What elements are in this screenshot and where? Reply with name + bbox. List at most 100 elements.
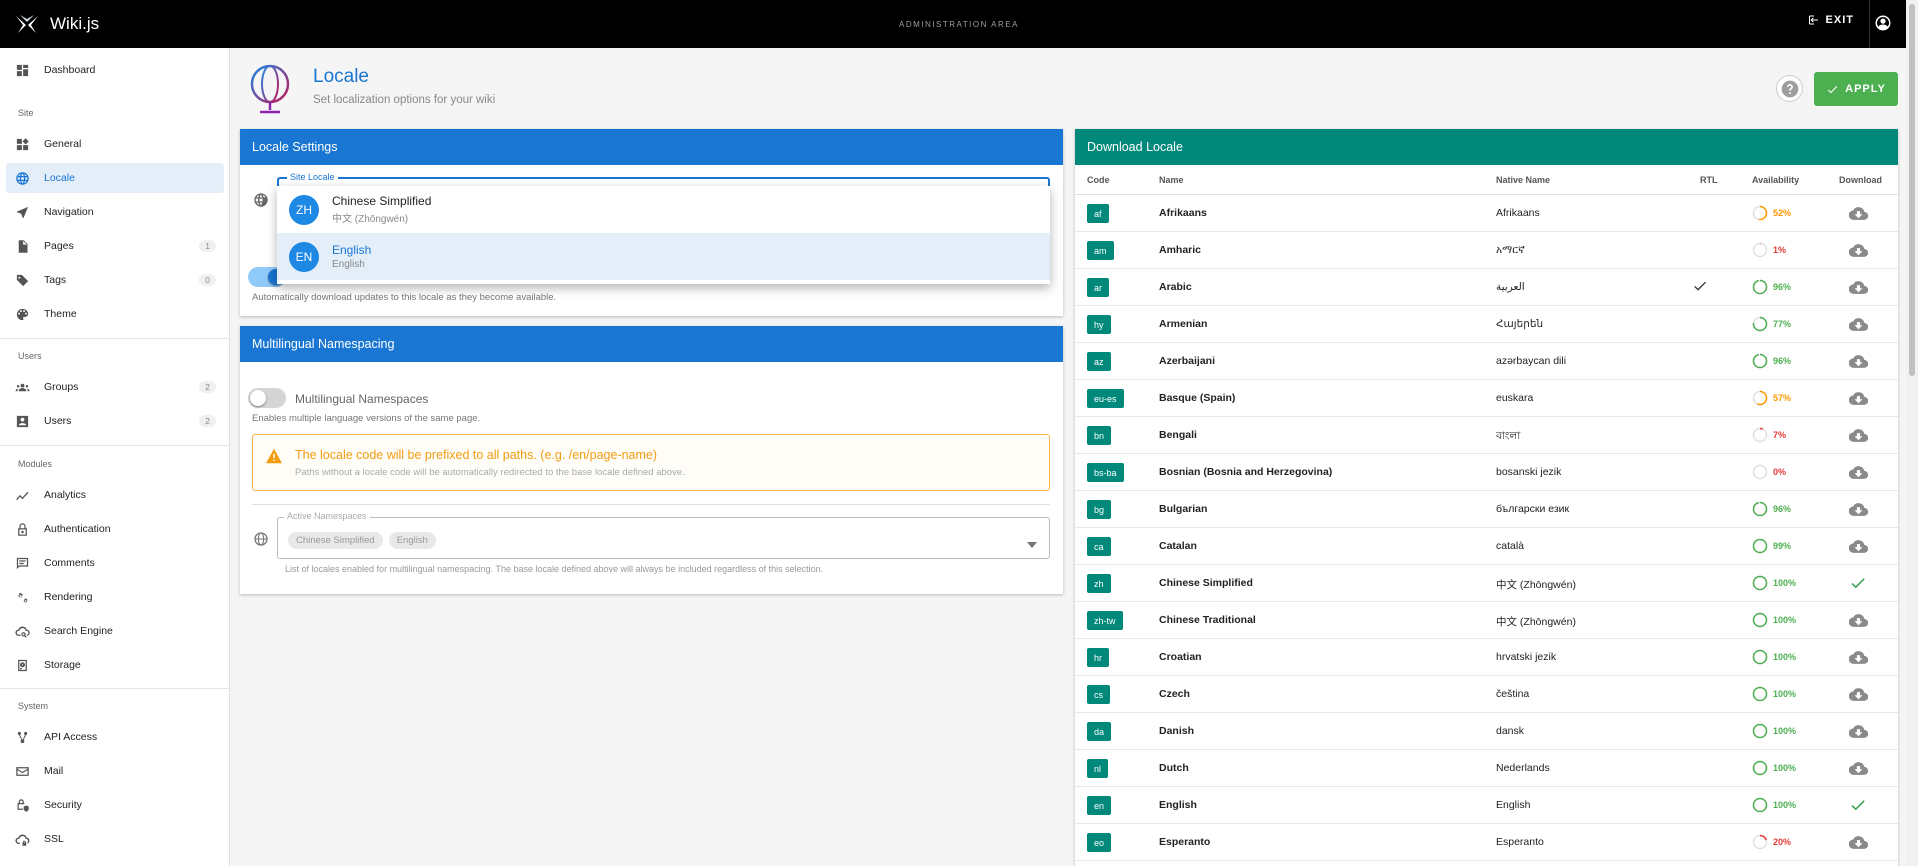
dropdown-option-zh[interactable]: ZH Chinese Simplified 中文 (Zhōngwén)	[277, 186, 1050, 233]
page-scrollbar[interactable]	[1906, 0, 1918, 866]
sidebar-item-groups[interactable]: Groups 2	[6, 372, 224, 402]
sidebar-divider	[0, 338, 229, 339]
sidebar-item-tags[interactable]: Tags 0	[6, 265, 224, 295]
cloud-download-icon[interactable]	[1848, 278, 1869, 300]
sidebar-item-analytics[interactable]: Analytics	[6, 480, 224, 510]
namespacing-toggle[interactable]	[248, 388, 286, 408]
comment-icon	[14, 555, 30, 571]
sidebar-item-ssl[interactable]: SSL	[6, 824, 224, 854]
rtl-check-icon	[1692, 278, 1708, 297]
navigation-arrow-icon	[14, 204, 30, 220]
sidebar-section-modules: Modules	[18, 459, 53, 469]
sidebar-item-storage[interactable]: Storage	[6, 650, 224, 680]
availability-indicator: 100%	[1752, 723, 1796, 739]
namespacing-warning: The locale code will be prefixed to all …	[252, 434, 1050, 491]
brand[interactable]: Wiki.js	[14, 13, 99, 35]
sidebar-item-theme[interactable]: Theme	[6, 299, 224, 329]
sidebar-item-comments[interactable]: Comments	[6, 548, 224, 578]
cloud-download-icon[interactable]	[1848, 315, 1869, 337]
users-count-badge: 2	[199, 415, 216, 427]
help-button[interactable]	[1776, 75, 1803, 102]
cloud-download-icon[interactable]	[1848, 833, 1869, 855]
locale-code-chip: zh-tw	[1087, 611, 1123, 630]
sidebar-item-general[interactable]: General	[6, 129, 224, 159]
locale-name: Czech	[1159, 688, 1190, 700]
sidebar-item-label: Security	[44, 799, 82, 811]
locale-native-name: Afrikaans	[1496, 207, 1540, 219]
cloud-download-icon[interactable]	[1848, 685, 1869, 707]
sidebar-item-pages[interactable]: Pages 1	[6, 231, 224, 261]
sidebar-item-mail[interactable]: Mail	[6, 756, 224, 786]
availability-indicator: 100%	[1752, 575, 1796, 591]
locale-name: Catalan	[1159, 540, 1197, 552]
sidebar-item-label: Analytics	[44, 489, 87, 501]
locale-name: Bosnian (Bosnia and Herzegovina)	[1159, 466, 1333, 478]
active-namespaces-hint: List of locales enabled for multilingual…	[285, 564, 824, 574]
availability-percent: 57%	[1773, 393, 1792, 403]
apply-label: APPLY	[1845, 83, 1886, 95]
table-row: az Azerbaijani azərbaycan dili 96%	[1075, 343, 1898, 380]
cloud-download-icon[interactable]	[1848, 759, 1869, 781]
sidebar-item-api-access[interactable]: API Access	[6, 722, 224, 752]
sidebar-item-dashboard[interactable]: Dashboard	[6, 55, 224, 85]
availability-ring	[1752, 612, 1768, 628]
locale-native-name: Nederlands	[1496, 762, 1550, 774]
cloud-download-icon[interactable]	[1848, 426, 1869, 448]
sidebar-section-users: Users	[18, 351, 42, 361]
locale-name: Bengali	[1159, 429, 1197, 441]
table-row: nl Dutch Nederlands 100%	[1075, 750, 1898, 787]
cloud-download-icon[interactable]	[1848, 500, 1869, 522]
exit-button[interactable]: EXIT	[1808, 14, 1854, 26]
cloud-search-icon	[14, 623, 30, 639]
apply-button[interactable]: APPLY	[1814, 72, 1898, 106]
locale-name: Bulgarian	[1159, 503, 1208, 515]
cloud-download-icon[interactable]	[1848, 722, 1869, 744]
cloud-lock-icon	[14, 831, 30, 847]
sidebar-item-search-engine[interactable]: Search Engine	[6, 616, 224, 646]
page-subtitle: Set localization options for your wiki	[313, 94, 496, 106]
availability-percent: 96%	[1773, 504, 1792, 514]
option-native: English	[332, 259, 365, 270]
cloud-download-icon[interactable]	[1848, 537, 1869, 559]
availability-ring	[1752, 538, 1768, 554]
sidebar-item-rendering[interactable]: Rendering	[6, 582, 224, 612]
sidebar-item-locale[interactable]: Locale	[6, 163, 224, 193]
dropdown-option-en[interactable]: EN English English	[277, 233, 1050, 280]
cloud-download-icon[interactable]	[1848, 463, 1869, 485]
check-icon	[1827, 85, 1838, 93]
account-button[interactable]	[1874, 14, 1892, 37]
locale-code-chip: zh	[1087, 574, 1111, 593]
cloud-download-icon[interactable]	[1848, 611, 1869, 633]
sidebar-item-label: General	[44, 138, 82, 150]
cloud-download-icon[interactable]	[1848, 389, 1869, 411]
cloud-download-icon[interactable]	[1848, 204, 1869, 226]
translate-icon	[253, 531, 269, 552]
option-native: 中文 (Zhōngwén)	[332, 214, 409, 225]
availability-percent: 1%	[1773, 245, 1787, 255]
availability-ring	[1752, 464, 1768, 480]
table-row: bs-ba Bosnian (Bosnia and Herzegovina) bos…	[1075, 454, 1898, 491]
availability-percent: 100%	[1773, 615, 1797, 625]
cloud-download-icon[interactable]	[1848, 241, 1869, 263]
availability-indicator: 0%	[1752, 464, 1786, 480]
scrollbar-thumb[interactable]	[1909, 4, 1915, 376]
cloud-download-icon[interactable]	[1848, 648, 1869, 670]
toggle-knob	[250, 390, 266, 406]
sidebar: Dashboard Site General Locale Navigation…	[0, 48, 230, 866]
table-row: eu-es Basque (Spain) euskara 57%	[1075, 380, 1898, 417]
availability-indicator: 77%	[1752, 316, 1791, 332]
chevron-down-icon	[1027, 535, 1037, 553]
sidebar-item-security[interactable]: Security	[6, 790, 224, 820]
locale-code-chip: da	[1087, 722, 1112, 741]
sidebar-item-users[interactable]: Users 2	[6, 406, 224, 436]
cloud-download-icon[interactable]	[1848, 352, 1869, 374]
globe-icon	[14, 170, 30, 186]
sidebar-item-navigation[interactable]: Navigation	[6, 197, 224, 227]
sidebar-item-label: Storage	[44, 659, 81, 671]
availability-indicator: 96%	[1752, 501, 1791, 517]
active-namespaces-select[interactable]: Active Namespaces Chinese Simplified Engl…	[277, 511, 1050, 559]
availability-ring	[1752, 834, 1768, 850]
locale-code-chip: bs-ba	[1087, 463, 1124, 482]
sidebar-item-authentication[interactable]: Authentication	[6, 514, 224, 544]
locale-native-name: বাংলা	[1496, 430, 1521, 442]
